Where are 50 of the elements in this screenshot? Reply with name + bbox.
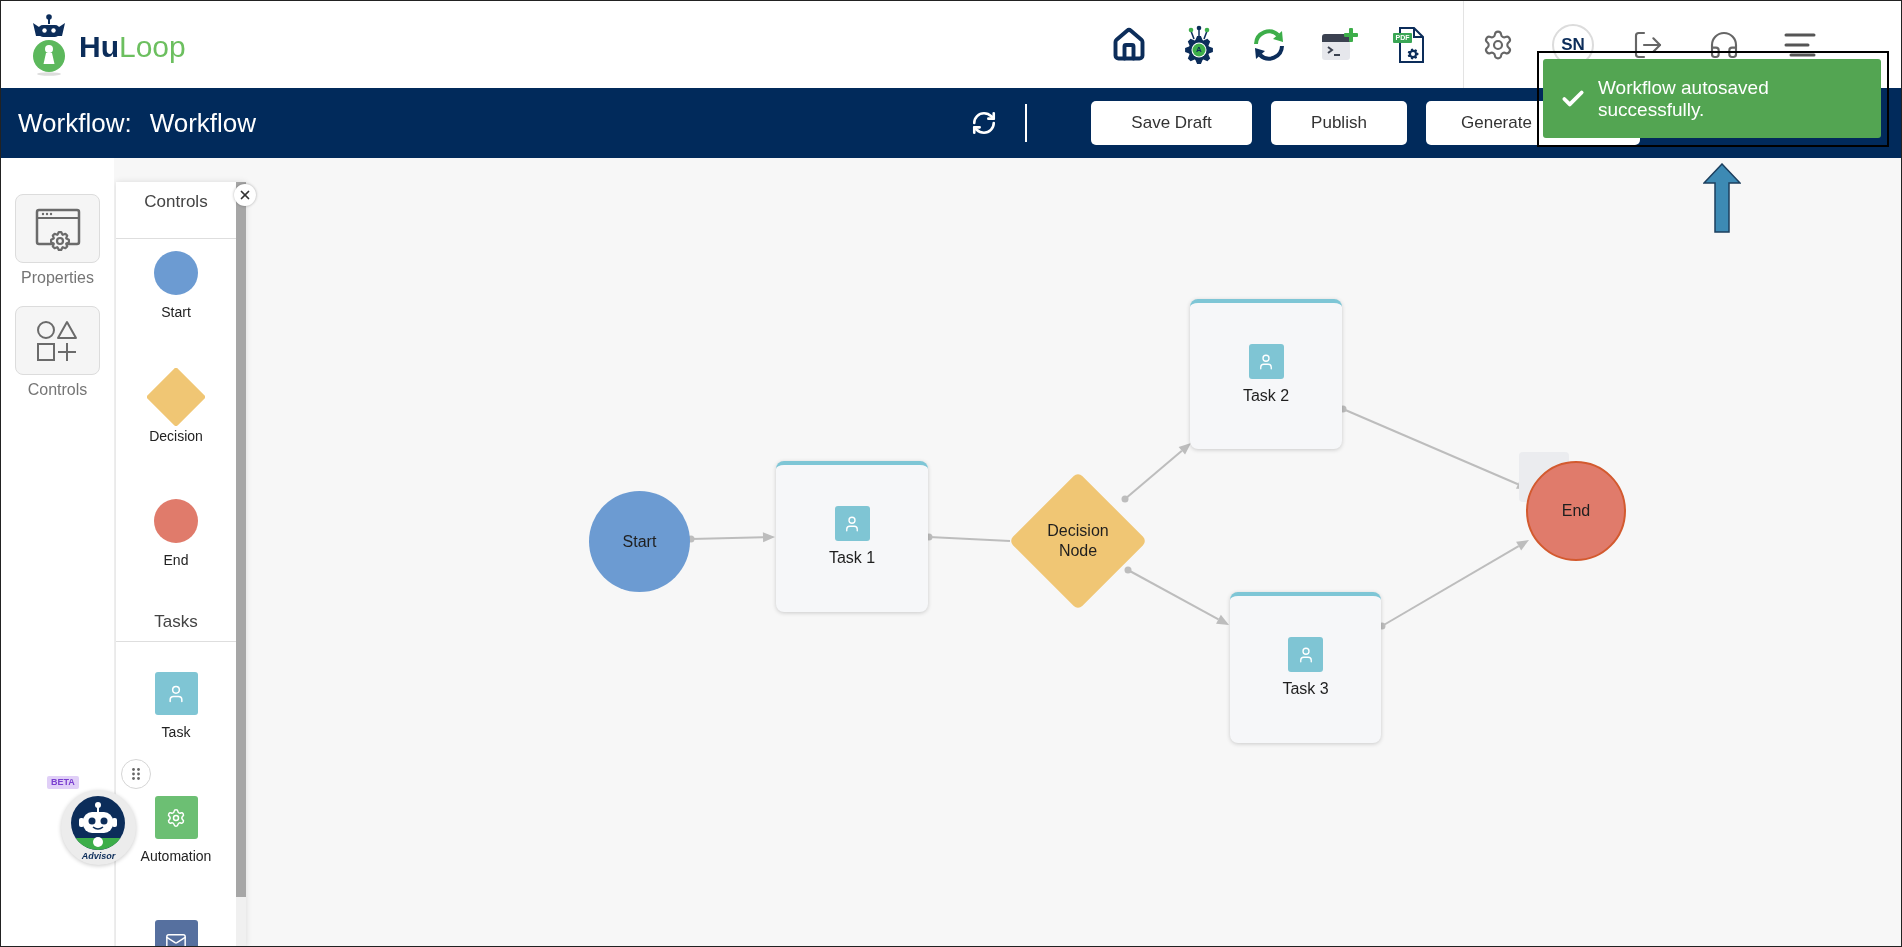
icon-letter: A [1195,43,1203,56]
control-label: Automation [140,847,212,865]
controls-button[interactable] [15,306,100,375]
node-label: Decision Node [1046,521,1110,561]
grip-icon [132,768,140,780]
control-label: End [163,551,189,569]
task-node[interactable]: Task 1 [776,461,928,612]
circular-arrows-icon [1251,26,1287,63]
home-icon [1111,26,1147,63]
control-label: Decision [149,427,203,445]
node-label: Task 2 [1242,386,1290,406]
properties-button[interactable] [15,194,100,263]
pdf-document-gear-icon [1392,25,1426,64]
user-tile-icon [834,506,870,541]
beta-badge: BETA [47,776,79,789]
control-label: Start [161,303,191,321]
toolbar-button[interactable]: Publish [1271,101,1407,145]
terminal-plus-icon [1320,26,1358,63]
section-title: Controls [144,191,208,213]
settings-icon [1482,28,1514,61]
start-node[interactable]: Start [589,491,690,592]
section-title: Tasks [154,611,198,633]
close-icon [238,188,252,202]
rail-label: Controls [27,380,88,400]
node-label: Task 1 [828,548,876,568]
task-node[interactable]: Task 3 [1230,592,1381,743]
gear-tile-icon[interactable] [154,796,198,839]
refresh-icon [971,110,997,136]
logo-text: HuLoop [79,28,186,65]
refresh-button[interactable] [970,109,998,137]
task-node[interactable]: Task 2 [1190,299,1342,449]
user-tile-icon [1248,344,1284,379]
window-gear-icon [33,206,82,251]
node-label: Task 3 [1282,679,1329,699]
advisor-label: Advisor [80,851,117,861]
scrollbar-thumb[interactable] [236,182,246,897]
close-button[interactable] [234,184,256,206]
toolbar-button[interactable]: Save Draft [1091,101,1252,145]
up-arrow [1703,163,1741,233]
control-label: Task [161,723,191,741]
robot-icon [71,796,125,850]
connector-arrow [1121,443,1191,503]
user-tile-icon[interactable] [154,672,198,715]
end-node[interactable]: End [1526,461,1626,561]
user-tile-icon [1288,637,1323,672]
workflow-name: Workflow [149,107,257,139]
robot-gear-button[interactable]: A [1177,22,1221,67]
page-title-label: Workflow: [18,107,132,139]
rail-label: Properties [21,268,94,288]
logo-icon [31,13,67,76]
